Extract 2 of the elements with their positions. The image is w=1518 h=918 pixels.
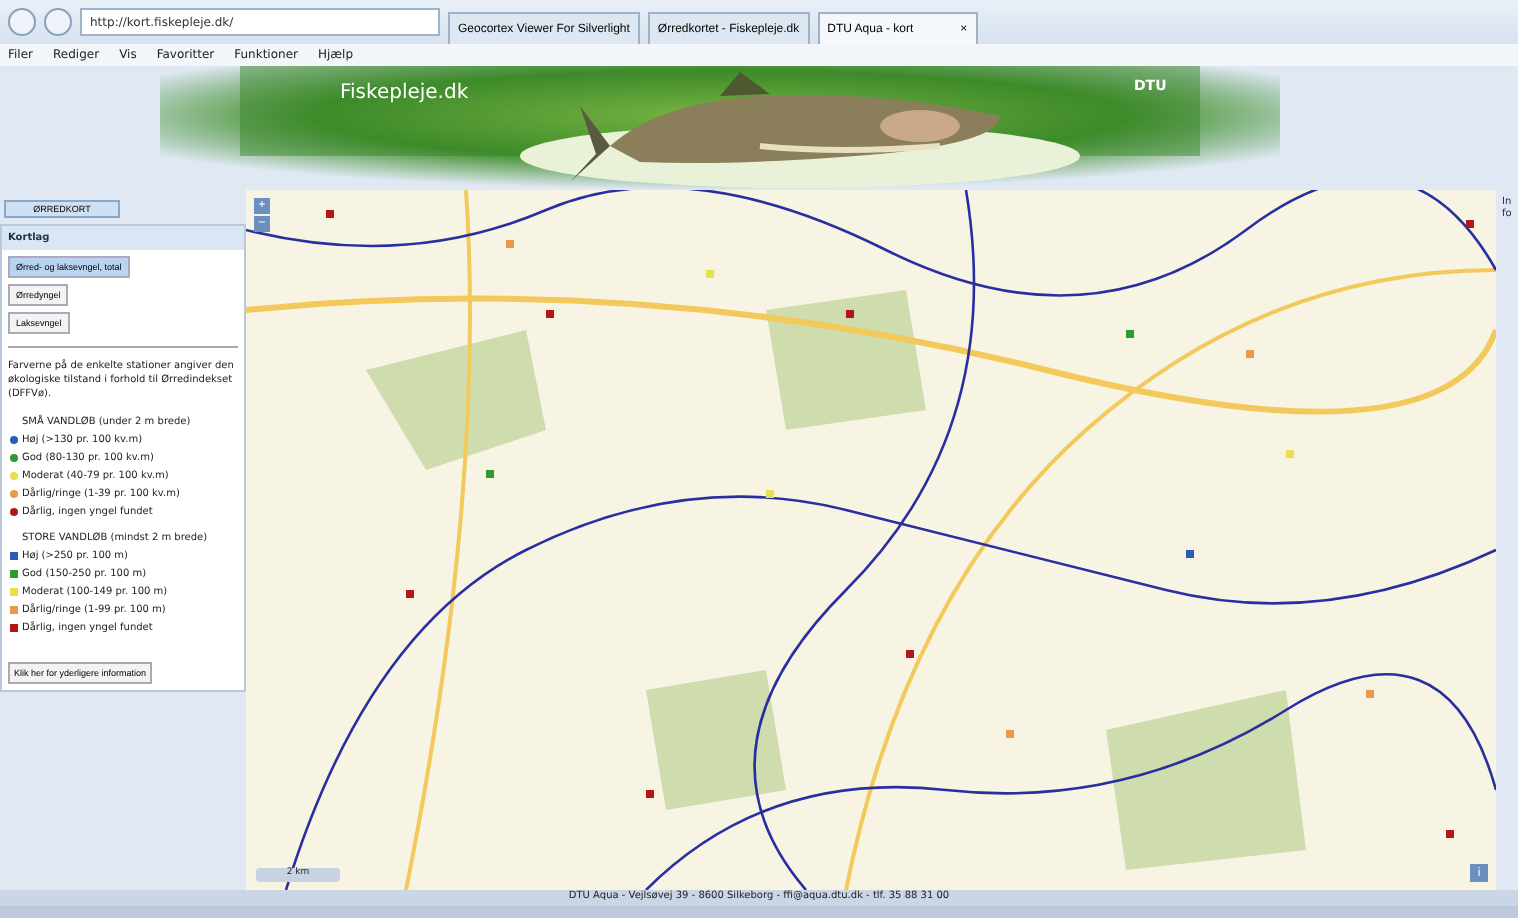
forward-button[interactable]	[44, 8, 72, 36]
back-button[interactable]	[8, 8, 36, 36]
